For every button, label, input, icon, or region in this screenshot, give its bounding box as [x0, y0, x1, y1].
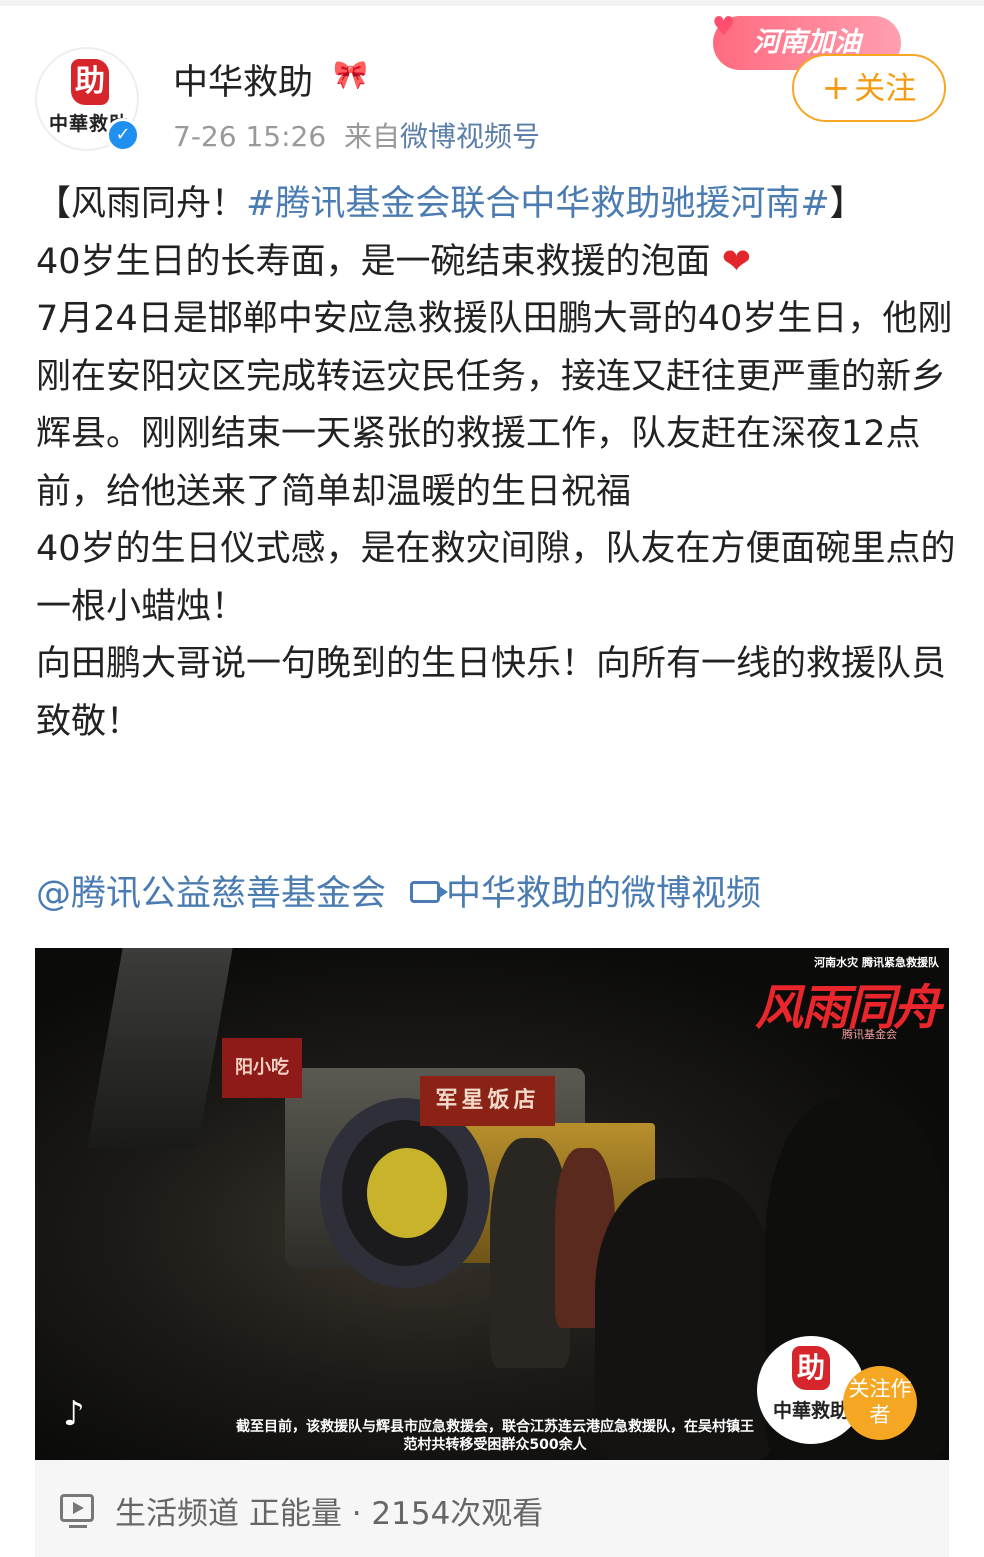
follow-author-button[interactable]: 关注作者: [843, 1366, 917, 1440]
verified-check-icon: ✓: [106, 118, 140, 152]
source-prefix: 来自: [343, 120, 400, 153]
video-caption: 截至目前，该救援队与辉县市应急救援会，联合江苏连云港应急救援队，在吴村镇王范村共…: [236, 1419, 754, 1453]
source-link[interactable]: 微博视频号: [400, 120, 540, 153]
video-link[interactable]: 中华救助的微博视频: [446, 874, 761, 914]
post-line-2: 7月24日是邯郸中安应急救援队田鹏大哥的40岁生日，他刚刚在安阳灾区完成转运灾民…: [36, 299, 953, 512]
video-info-bar[interactable]: 生活频道 正能量 · 2154次观看: [35, 1460, 949, 1557]
loader-arm: [87, 948, 233, 1148]
username[interactable]: 中华救助: [173, 54, 313, 105]
music-note-icon[interactable]: ♪: [63, 1394, 85, 1434]
post-line-1-text: 40岁生日的长寿面，是一碗结束救援的泡面: [36, 241, 711, 282]
plus-icon: +: [821, 68, 851, 108]
post-line-1: 40岁生日的长寿面，是一碗结束救援的泡面 ❤: [36, 234, 956, 292]
video-player[interactable]: 阳小吃 军星饭店 河南水灾 腾讯紧急救援队 风雨同舟 腾讯基金会 ♪ 截至目前，…: [35, 948, 949, 1460]
mention-link[interactable]: @腾讯公益慈善基金会: [36, 874, 386, 914]
badge-ribbon-icon: 🎀: [333, 58, 368, 91]
shop-sign-left: 阳小吃: [222, 1038, 302, 1098]
post-meta: 7-26 15:26 来自微博视频号: [173, 115, 540, 155]
video-avatar-seal: 助: [792, 1346, 830, 1390]
video-overlay-fund: 腾讯基金会: [842, 1028, 897, 1041]
post-headline: 【风雨同舟！#腾讯基金会联合中华救助驰援河南#】: [36, 176, 956, 234]
video-channel-info: 生活频道 正能量 · 2154次观看: [115, 1496, 544, 1532]
shop-sign-restaurant: 军星饭店: [420, 1076, 555, 1126]
top-divider: [0, 0, 984, 6]
headline-open: 【风雨同舟！: [36, 184, 247, 224]
video-camera-icon: [410, 881, 449, 903]
post-timestamp: 7-26 15:26: [173, 120, 327, 153]
headline-close: 】: [829, 184, 865, 224]
topic-link[interactable]: #腾讯基金会联合中华救助驰援河南#: [246, 184, 830, 224]
heart-emoji-icon: ❤: [721, 241, 752, 282]
post-line-4: 向田鹏大哥说一句晚到的生日快乐！向所有一线的救援队员致敬！: [36, 644, 947, 742]
wheel-hub: [367, 1148, 447, 1238]
avatar-seal: 助: [71, 59, 109, 105]
post-line-3: 40岁的生日仪式感，是在救灾间隙，队友在方便面碗里点的一根小蜡烛！: [36, 529, 956, 627]
follow-label: 关注: [854, 71, 917, 107]
post-body: 【风雨同舟！#腾讯基金会联合中华救助驰援河南#】 40岁生日的长寿面，是一碗结束…: [36, 176, 956, 751]
heart-icon: ♥: [712, 12, 736, 42]
post-links: @腾讯公益慈善基金会 中华救助的微博视频: [36, 866, 761, 923]
video-play-icon: [60, 1494, 94, 1528]
follow-button[interactable]: + 关注: [792, 54, 946, 122]
